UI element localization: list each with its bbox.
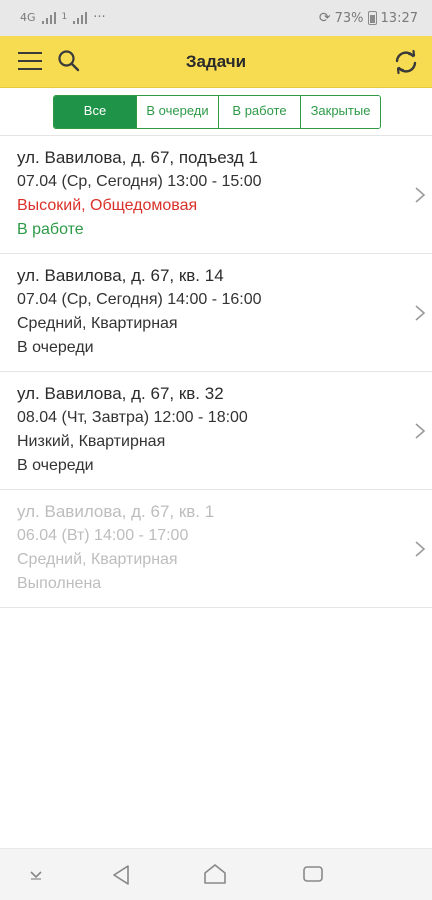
chevron-down-icon[interactable] — [28, 869, 44, 881]
task-priority-category: Средний, Квартирная — [17, 551, 178, 568]
network-type: 4G — [20, 11, 36, 24]
tab-all[interactable]: Все — [54, 96, 136, 128]
app-bar: Задачи — [0, 36, 432, 88]
task-datetime: 07.04 (Ср, Сегодня) 13:00 - 15:00 — [17, 173, 262, 190]
task-status: В работе — [17, 221, 84, 238]
more-notifications: ··· — [93, 10, 106, 25]
sim-badge: 1 — [61, 12, 68, 22]
chevron-right-icon — [415, 541, 426, 557]
task-item[interactable]: ул. Вавилова, д. 67, подъезд 1 07.04 (Ср… — [0, 136, 432, 254]
task-address: ул. Вавилова, д. 67, кв. 1 — [17, 502, 215, 521]
task-status: В очереди — [17, 457, 94, 474]
task-priority-category: Низкий, Квартирная — [17, 433, 166, 450]
tab-in-progress[interactable]: В работе — [218, 96, 300, 128]
chevron-right-icon — [415, 187, 426, 203]
clock: 13:27 — [380, 10, 418, 26]
page-title: Задачи — [185, 52, 247, 71]
task-status: Выполнена — [17, 575, 102, 592]
task-priority-category: Средний, Квартирная — [17, 315, 178, 332]
system-nav-bar — [0, 848, 432, 900]
sync-status-icon: ⟳ — [318, 10, 331, 26]
task-item[interactable]: ул. Вавилова, д. 67, кв. 32 08.04 (Чт, З… — [0, 372, 432, 490]
task-datetime: 08.04 (Чт, Завтра) 12:00 - 18:00 — [17, 409, 248, 426]
task-status: В очереди — [17, 339, 94, 356]
task-datetime: 06.04 (Вт) 14:00 - 17:00 — [17, 527, 189, 544]
task-item-completed[interactable]: ул. Вавилова, д. 67, кв. 1 06.04 (Вт) 14… — [0, 490, 432, 608]
battery-percent: 73% — [334, 10, 364, 26]
battery-icon — [367, 11, 377, 25]
task-priority-category: Высокий, Общедомовая — [17, 197, 198, 214]
status-bar: 4G 1 ··· ⟳ 73% 13:27 — [0, 0, 432, 36]
recents-icon[interactable] — [301, 864, 325, 884]
chevron-right-icon — [415, 423, 426, 439]
filter-tabs: Все В очереди В работе Закрытые — [53, 95, 381, 129]
task-item[interactable]: ул. Вавилова, д. 67, кв. 14 07.04 (Ср, С… — [0, 254, 432, 372]
signal-icon-2 — [73, 11, 88, 24]
home-icon[interactable] — [202, 862, 228, 886]
task-address: ул. Вавилова, д. 67, подъезд 1 — [17, 148, 258, 167]
signal-icon — [41, 11, 56, 24]
refresh-icon[interactable] — [392, 48, 420, 76]
filter-bar: Все В очереди В работе Закрытые — [0, 88, 432, 136]
tab-queued[interactable]: В очереди — [136, 96, 218, 128]
task-address: ул. Вавилова, д. 67, кв. 14 — [17, 266, 224, 285]
task-list: ул. Вавилова, д. 67, подъезд 1 07.04 (Ср… — [0, 136, 432, 608]
back-icon[interactable] — [110, 863, 132, 887]
task-address: ул. Вавилова, д. 67, кв. 32 — [17, 384, 224, 403]
chevron-right-icon — [415, 305, 426, 321]
task-datetime: 07.04 (Ср, Сегодня) 14:00 - 16:00 — [17, 291, 262, 308]
tab-closed[interactable]: Закрытые — [300, 96, 380, 128]
